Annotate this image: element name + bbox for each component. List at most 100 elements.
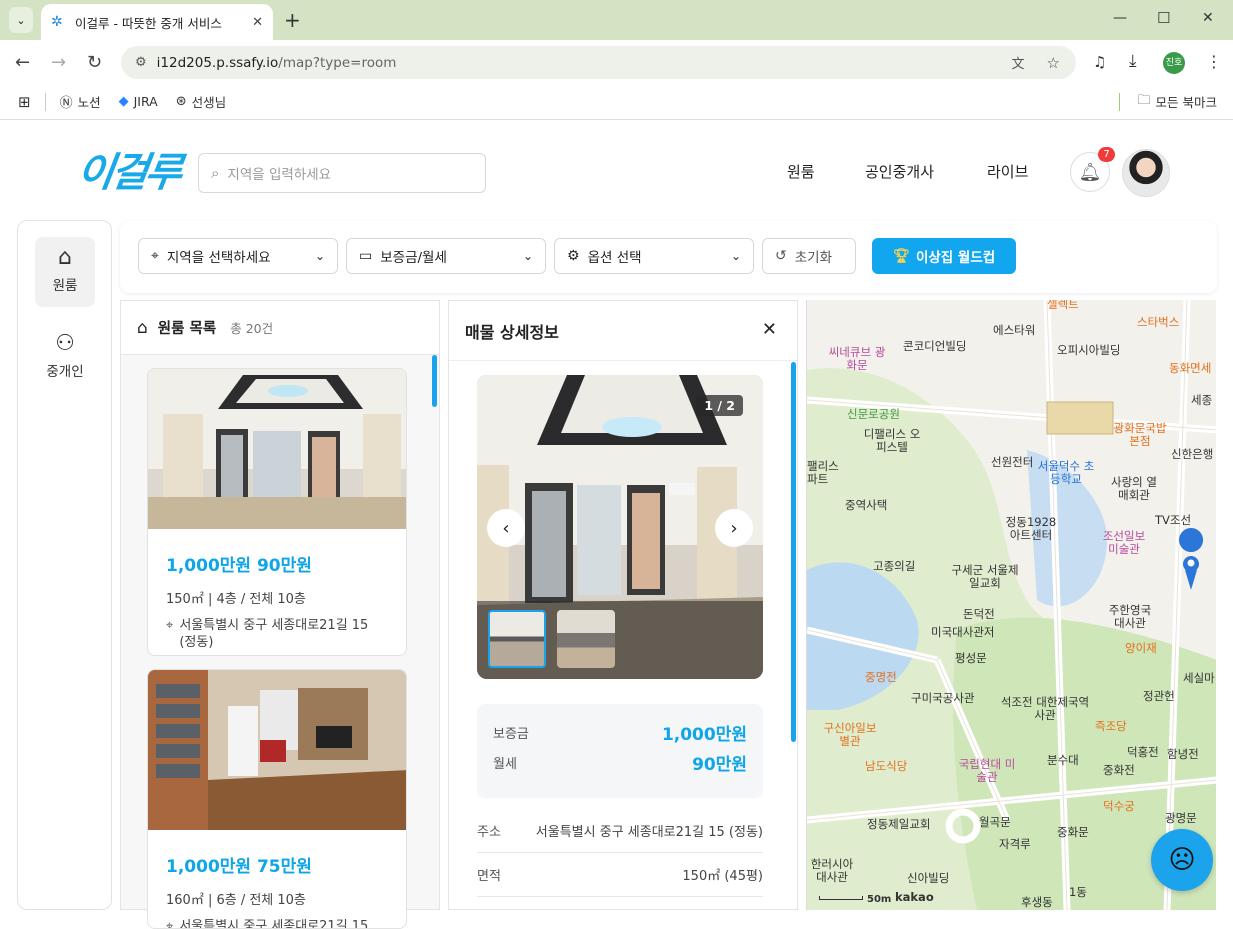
translate-icon[interactable]: 文	[1012, 53, 1025, 72]
map-label[interactable]: 스타벅스	[1137, 314, 1179, 330]
bookmark-star-icon[interactable]: ☆	[1047, 54, 1060, 72]
detail-scrollbar[interactable]	[791, 362, 796, 742]
bookmark-jira[interactable]: ◆ JIRA	[119, 94, 158, 109]
map-label[interactable]: 팰리스 파트	[807, 460, 843, 486]
map-label[interactable]: 중역사택	[845, 497, 887, 513]
map-label[interactable]: 콘코디언빌딩	[903, 338, 966, 354]
map-label[interactable]: 한러시아 대사관	[807, 858, 857, 884]
bookmark-teacher[interactable]: ⊛ 선생님	[176, 92, 226, 111]
option-select[interactable]: ⚙ 옵션 선택 ⌄	[554, 238, 754, 274]
map-label[interactable]: 평성문	[955, 650, 987, 666]
app-logo[interactable]: 이걸루	[74, 140, 184, 198]
map-label[interactable]: 동화면세	[1169, 360, 1211, 376]
map-label[interactable]: 셀렉트	[1047, 300, 1079, 312]
map-label[interactable]: 주한영국 대사관	[1105, 604, 1155, 630]
map-label[interactable]: 분수대	[1047, 752, 1079, 768]
map-label[interactable]: 중화문	[1057, 824, 1089, 840]
map-label[interactable]: 사랑의 열매회관	[1107, 476, 1161, 502]
room-card[interactable]: 1,000만원 75만원 160㎡ | 6층 / 전체 10층 ⌖ 서울특별시 …	[147, 669, 407, 929]
map-label[interactable]: 덕수궁	[1103, 798, 1135, 814]
map-label[interactable]: 오피시아빌딩	[1057, 342, 1120, 358]
map-label[interactable]: 구미국공사관	[911, 690, 974, 706]
map-label[interactable]: 미국대사관저	[931, 624, 994, 640]
browser-tab[interactable]: ✲ 이걸루 - 따뜻한 중개 서비스 ✕	[41, 4, 273, 40]
map-label[interactable]: 중화전	[1103, 762, 1135, 778]
tab-search-button[interactable]: ⌄	[9, 7, 33, 33]
map-label[interactable]: 서울덕수 초등학교	[1033, 460, 1099, 486]
chatbot-button[interactable]: ☹	[1151, 829, 1213, 891]
map-label[interactable]: 신한은행	[1171, 446, 1213, 462]
map-label[interactable]: 세실마	[1183, 670, 1215, 686]
reset-button[interactable]: ↺ 초기화	[762, 238, 856, 274]
map-label[interactable]: 디팰리스 오피스텔	[863, 428, 921, 454]
bookmark-notion[interactable]: Ⓝ 노션	[60, 92, 101, 111]
map-label[interactable]: 조선일보 미술관	[1097, 530, 1151, 556]
map-label[interactable]: 1동	[1069, 884, 1087, 900]
list-scrollbar[interactable]	[432, 355, 437, 407]
site-info-icon[interactable]: ⚙	[135, 55, 147, 70]
url-input[interactable]: ⚙ i12d205.p.ssafy.io/map?type=room 文 ☆	[121, 46, 1076, 79]
map-label[interactable]: 광화문국밥 본점	[1107, 422, 1173, 448]
map-label[interactable]: 중명전	[865, 669, 897, 685]
download-icon[interactable]: ⤓	[1129, 51, 1137, 71]
apps-grid-icon[interactable]: ⊞	[18, 93, 31, 111]
map-label[interactable]: 정동1928 아트센터	[1003, 516, 1059, 542]
map-view[interactable]: 셀렉트 에스타워 스타벅스 씨네큐브 광화문 콘코디언빌딩 오피시아빌딩 동화면…	[806, 300, 1216, 910]
map-label[interactable]: 정관헌	[1143, 688, 1175, 704]
worldcup-button[interactable]: 🏆︎ 이상집 월드컵	[872, 238, 1016, 274]
map-label[interactable]: 돈덕전	[963, 606, 995, 622]
map-label[interactable]: 월곡문	[979, 814, 1011, 830]
map-label[interactable]: 신아빌딩	[907, 870, 949, 886]
close-icon[interactable]: ✕	[762, 319, 777, 340]
map-label[interactable]: TV조선	[1155, 512, 1191, 528]
profile-avatar[interactable]: 진호	[1163, 52, 1185, 74]
region-search-input[interactable]: ⌕ 지역을 입력하세요	[198, 153, 486, 193]
room-card[interactable]: 1,000만원 90만원 150㎡ | 4층 / 전체 10층 ⌖ 서울특별시 …	[147, 368, 407, 656]
sidenav-label: 원룸	[52, 278, 78, 294]
map-label[interactable]: 즉조당	[1095, 718, 1127, 734]
map-label[interactable]: 양이재	[1125, 640, 1157, 656]
tab-close-icon[interactable]: ✕	[252, 15, 263, 30]
window-close-icon[interactable]: ✕	[1202, 10, 1214, 26]
sidenav-item-agent[interactable]: ⚇ 중개인	[35, 331, 95, 380]
thumbnail-2[interactable]	[557, 610, 615, 668]
map-label[interactable]: 함녕전	[1167, 746, 1199, 762]
forward-icon[interactable]: →	[51, 52, 66, 73]
back-icon[interactable]: ←	[15, 52, 30, 73]
maximize-icon[interactable]: ☐	[1157, 9, 1170, 27]
map-label[interactable]: 후생동	[1021, 894, 1053, 910]
media-control-icon[interactable]: ♫	[1093, 53, 1106, 71]
gallery-prev-button[interactable]: ‹	[487, 509, 525, 547]
nav-agents[interactable]: 공인중개사	[865, 161, 934, 182]
map-label[interactable]: 남도식당	[865, 758, 907, 774]
sidenav-item-oneroom[interactable]: ⌂ 원룸	[35, 237, 95, 307]
map-label[interactable]: 세종	[1191, 392, 1212, 408]
nav-live[interactable]: 라이브	[987, 161, 1028, 182]
map-label[interactable]: 광명문	[1165, 810, 1197, 826]
map-label[interactable]: 구신아일보 별관	[821, 722, 879, 748]
kakao-logo[interactable]: kakao	[895, 890, 934, 904]
nav-oneroom[interactable]: 원룸	[787, 161, 815, 182]
minimize-icon[interactable]: —	[1113, 10, 1127, 26]
map-label[interactable]: 에스타워	[993, 322, 1035, 338]
reload-icon[interactable]: ↻	[87, 52, 102, 73]
thumbnail-1[interactable]	[488, 610, 546, 668]
new-tab-button[interactable]: +	[284, 8, 301, 32]
map-label[interactable]: 고종의길	[873, 558, 915, 574]
user-avatar[interactable]	[1122, 149, 1170, 197]
map-label[interactable]: 자격루	[999, 836, 1031, 852]
map-label[interactable]: 석조전 대한제국역사관	[997, 696, 1093, 722]
all-bookmarks[interactable]: 🗀 모든 북마크	[1138, 91, 1218, 113]
map-label[interactable]: 구세군 서울제일교회	[947, 564, 1023, 590]
region-select[interactable]: ⌖ 지역을 선택하세요 ⌄	[138, 238, 338, 274]
browser-menu-icon[interactable]: ⋮	[1206, 52, 1222, 71]
map-label[interactable]: 씨네큐브 광화문	[827, 346, 887, 372]
map-label[interactable]: 덕홍전	[1127, 744, 1159, 760]
price-select[interactable]: ▭ 보증금/월세 ⌄	[346, 238, 546, 274]
map-label[interactable]: 신문로공원	[847, 406, 900, 422]
map-label[interactable]: 선원전터	[991, 454, 1033, 470]
map-label[interactable]: 국립현대 미술관	[957, 758, 1017, 784]
map-label[interactable]: 정동제일교회	[867, 816, 930, 832]
person-icon: ⚇	[55, 331, 75, 356]
gallery-next-button[interactable]: ›	[715, 509, 753, 547]
